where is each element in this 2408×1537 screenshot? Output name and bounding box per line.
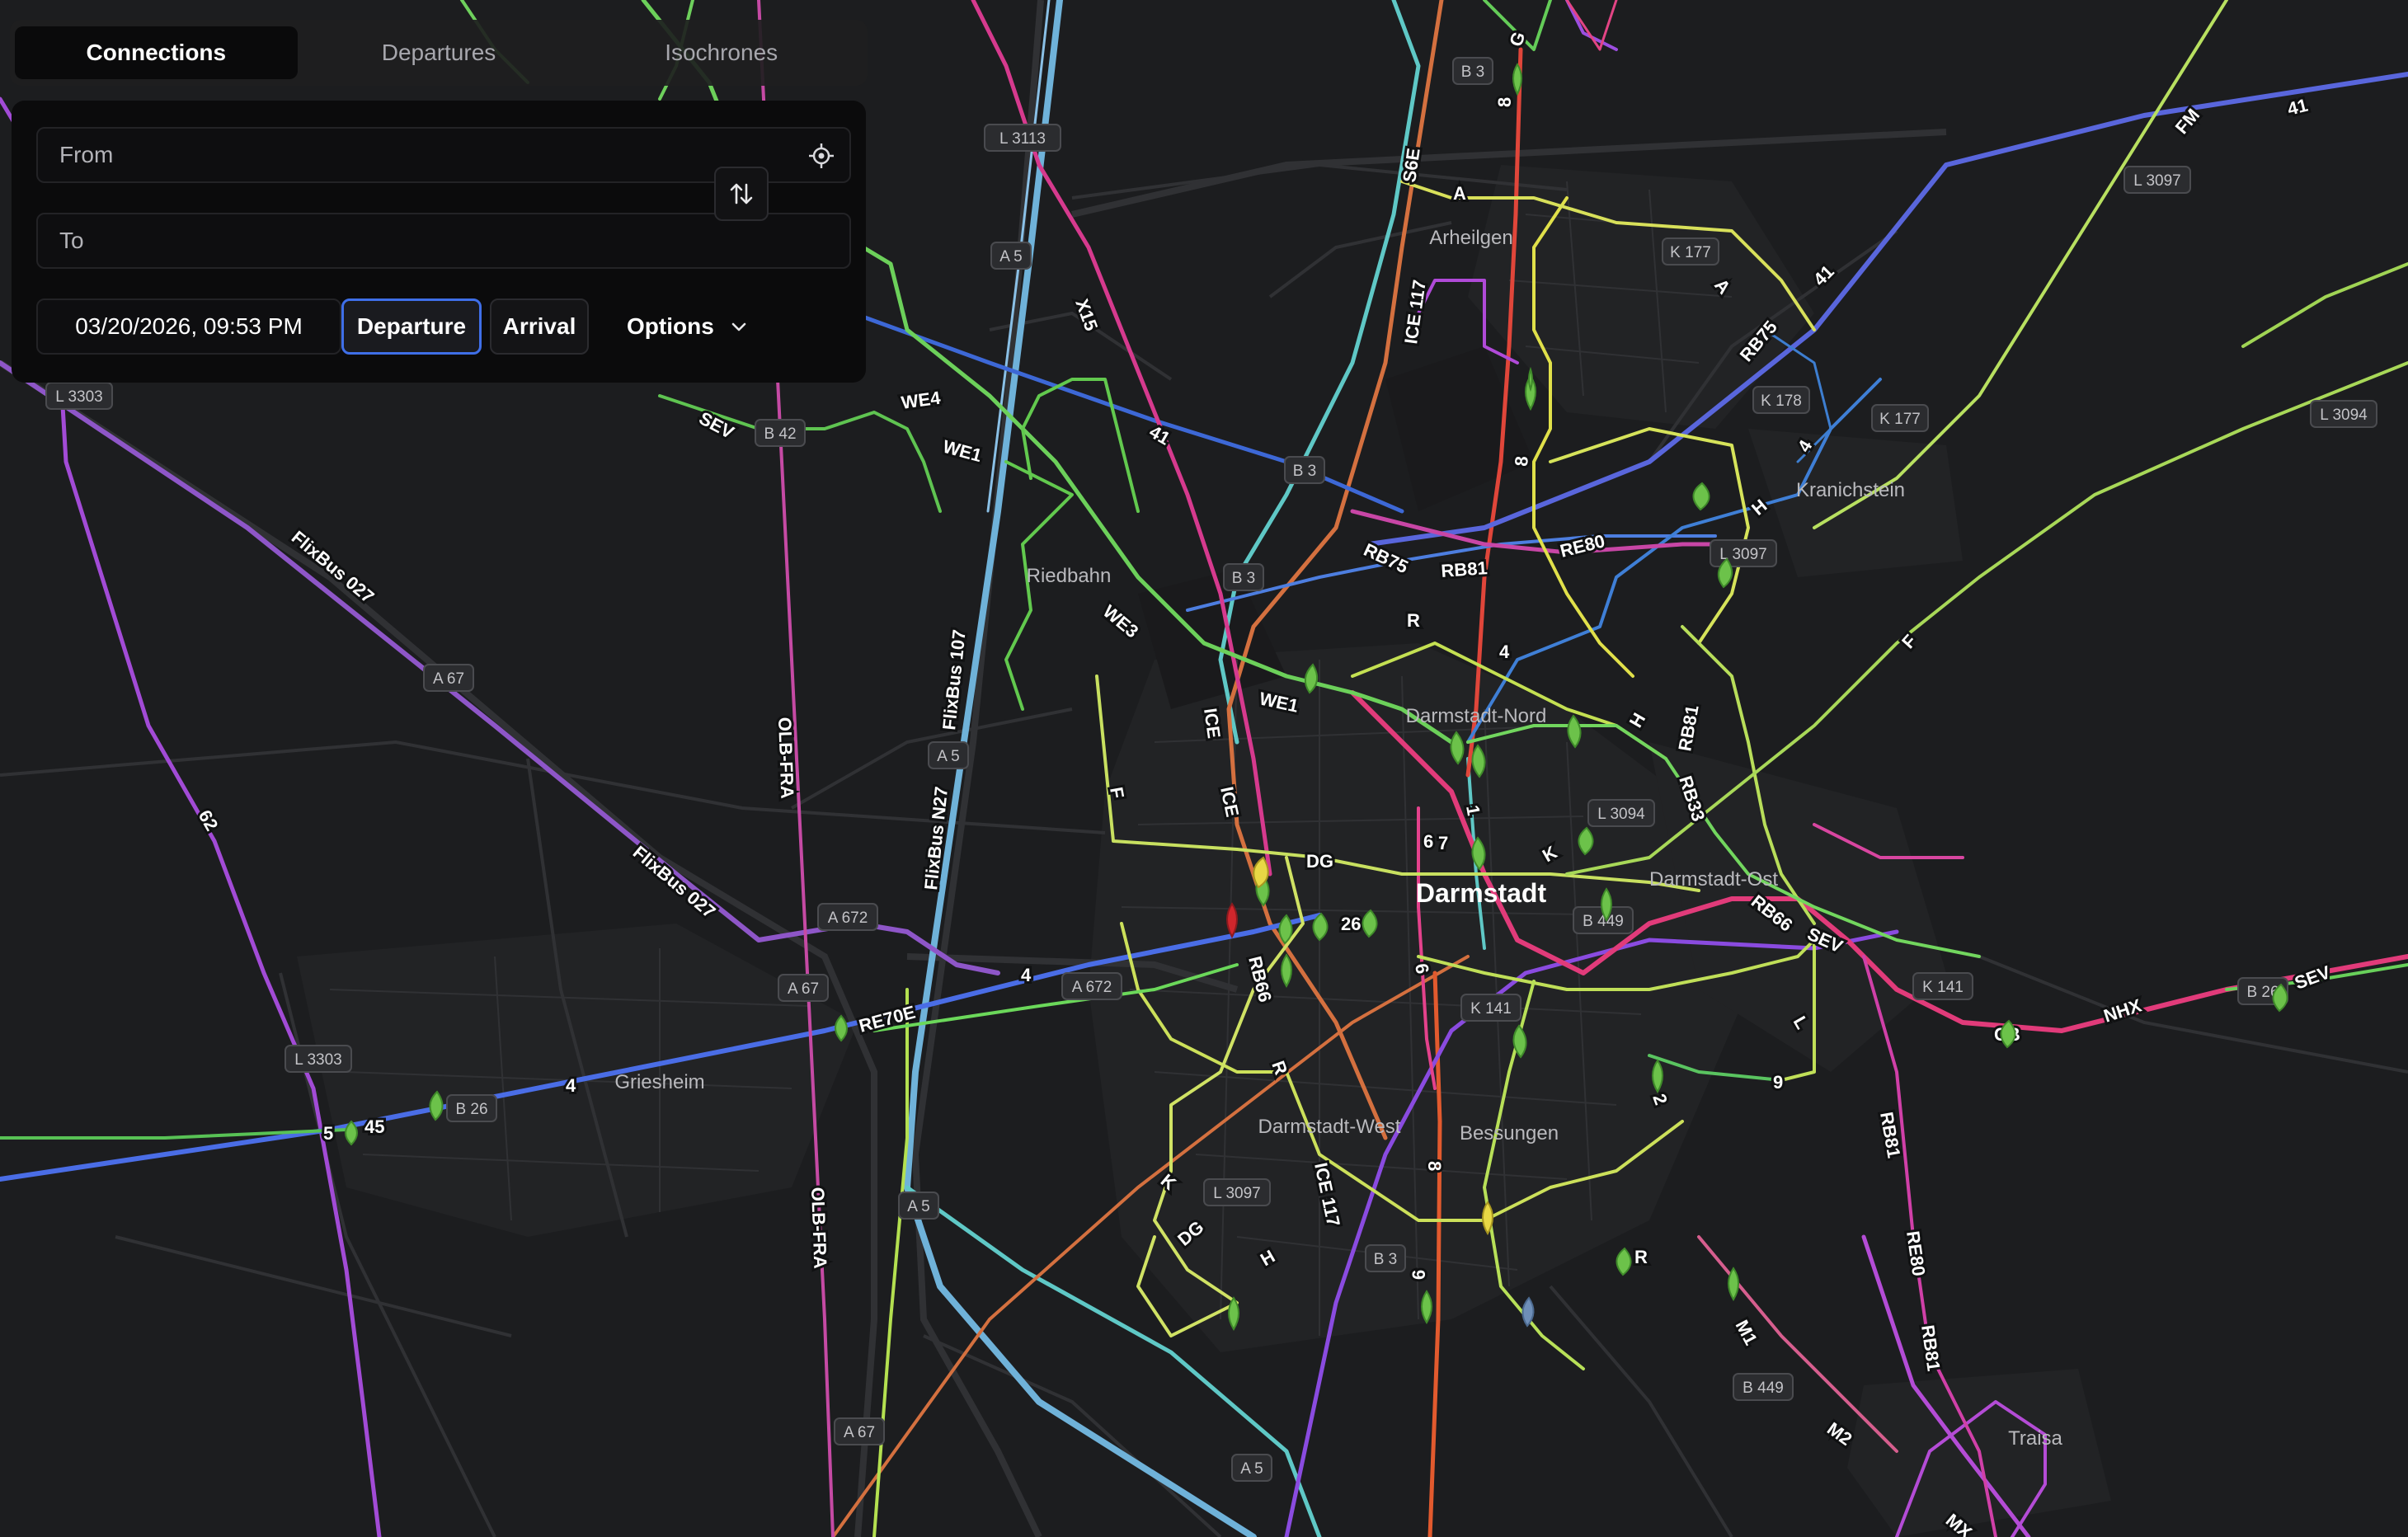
road-label: K 177 bbox=[1670, 244, 1711, 261]
road-label: L 3303 bbox=[294, 1051, 341, 1069]
road-label: A 5 bbox=[1240, 1460, 1263, 1478]
options-label: Options bbox=[627, 313, 714, 339]
road-label: L 3303 bbox=[55, 388, 102, 406]
line-label: 45 bbox=[364, 1116, 384, 1137]
road-label: A 67 bbox=[844, 1424, 875, 1441]
road-label: A 67 bbox=[788, 980, 819, 998]
arrival-button[interactable]: Arrival bbox=[490, 298, 589, 355]
locate-icon[interactable] bbox=[808, 143, 835, 169]
line-label: R bbox=[1634, 1247, 1648, 1267]
road-label: A 672 bbox=[1072, 979, 1112, 996]
road-label: B 3 bbox=[1293, 463, 1317, 480]
line-label: 4 bbox=[1499, 642, 1510, 662]
road-label: B 42 bbox=[764, 425, 796, 443]
road-label: B 449 bbox=[1743, 1380, 1784, 1397]
road-label: K 141 bbox=[1470, 1000, 1512, 1018]
road-label: A 5 bbox=[999, 248, 1022, 266]
road-label: L 3094 bbox=[2320, 407, 2368, 424]
line-label: OLB-FRA bbox=[774, 717, 797, 799]
mode-tabs: Connections Departures Isochrones bbox=[10, 20, 868, 86]
line-label: 8 bbox=[1511, 455, 1532, 467]
search-panel: 03/20/2026, 09:53 PM Departure Arrival O… bbox=[12, 101, 866, 383]
road-label: A 672 bbox=[828, 910, 868, 927]
line-label: A bbox=[1453, 183, 1466, 204]
place-label: Bessungen bbox=[1460, 1122, 1559, 1145]
line-label: 6 bbox=[1409, 1270, 1429, 1280]
stop-marker[interactable] bbox=[1528, 366, 1533, 392]
road-label: A 5 bbox=[937, 748, 959, 765]
place-label: Darmstadt-West bbox=[1258, 1116, 1401, 1138]
place-label: Arheilgen bbox=[1429, 227, 1512, 249]
place-label: Darmstadt-Nord bbox=[1406, 705, 1547, 727]
road-label: L 3097 bbox=[1213, 1185, 1260, 1202]
line-label: 4 bbox=[566, 1075, 576, 1096]
road-label: K 178 bbox=[1761, 392, 1802, 410]
line-label: OLB-FRA bbox=[807, 1187, 830, 1269]
line-label: RB81 bbox=[1441, 557, 1489, 581]
datetime-input[interactable]: 03/20/2026, 09:53 PM bbox=[36, 298, 341, 355]
tab-connections[interactable]: Connections bbox=[15, 26, 298, 79]
city-label: Darmstadt bbox=[1416, 878, 1547, 908]
options-button[interactable]: Options bbox=[609, 298, 765, 355]
line-label: 26 bbox=[1341, 914, 1361, 934]
line-label: 8 bbox=[1424, 1161, 1445, 1171]
road-label: L 3097 bbox=[2133, 172, 2180, 190]
swap-icon bbox=[730, 183, 753, 204]
road-label: L 3094 bbox=[1597, 806, 1645, 823]
line-label: 6 bbox=[1423, 831, 1433, 852]
line-label: 5 bbox=[323, 1123, 333, 1144]
line-label: 7 bbox=[1438, 833, 1448, 853]
line-label: ICE bbox=[1200, 707, 1225, 740]
chevron-down-icon bbox=[731, 322, 746, 331]
road-label: B 3 bbox=[1232, 570, 1256, 587]
road-label: B 3 bbox=[1461, 63, 1485, 81]
road-label: A 5 bbox=[907, 1198, 929, 1215]
line-label: DG bbox=[1306, 851, 1333, 872]
tab-departures[interactable]: Departures bbox=[298, 26, 581, 79]
road-label: A 67 bbox=[433, 670, 464, 688]
place-label: Darmstadt-Ost bbox=[1649, 868, 1778, 891]
line-label: R bbox=[1407, 610, 1420, 631]
road-label: B 3 bbox=[1374, 1251, 1398, 1268]
road-label: B 26 bbox=[455, 1101, 487, 1118]
place-label: Kranichstein bbox=[1796, 479, 1905, 501]
place-label: Riedbahn bbox=[1027, 565, 1112, 587]
to-input[interactable] bbox=[38, 214, 849, 267]
road-label: K 141 bbox=[1922, 979, 1964, 996]
departure-button[interactable]: Departure bbox=[341, 298, 482, 355]
to-field bbox=[36, 213, 851, 269]
road-label: L 3113 bbox=[999, 130, 1046, 148]
road-label: K 177 bbox=[1879, 411, 1921, 428]
swap-button[interactable] bbox=[714, 167, 769, 221]
place-label: Traisa bbox=[2008, 1427, 2062, 1450]
line-label: 9 bbox=[1773, 1072, 1783, 1093]
place-label: Griesheim bbox=[614, 1071, 704, 1093]
line-label: 4 bbox=[1021, 965, 1032, 985]
tab-isochrones[interactable]: Isochrones bbox=[580, 26, 863, 79]
line-label: 8 bbox=[1494, 97, 1515, 107]
